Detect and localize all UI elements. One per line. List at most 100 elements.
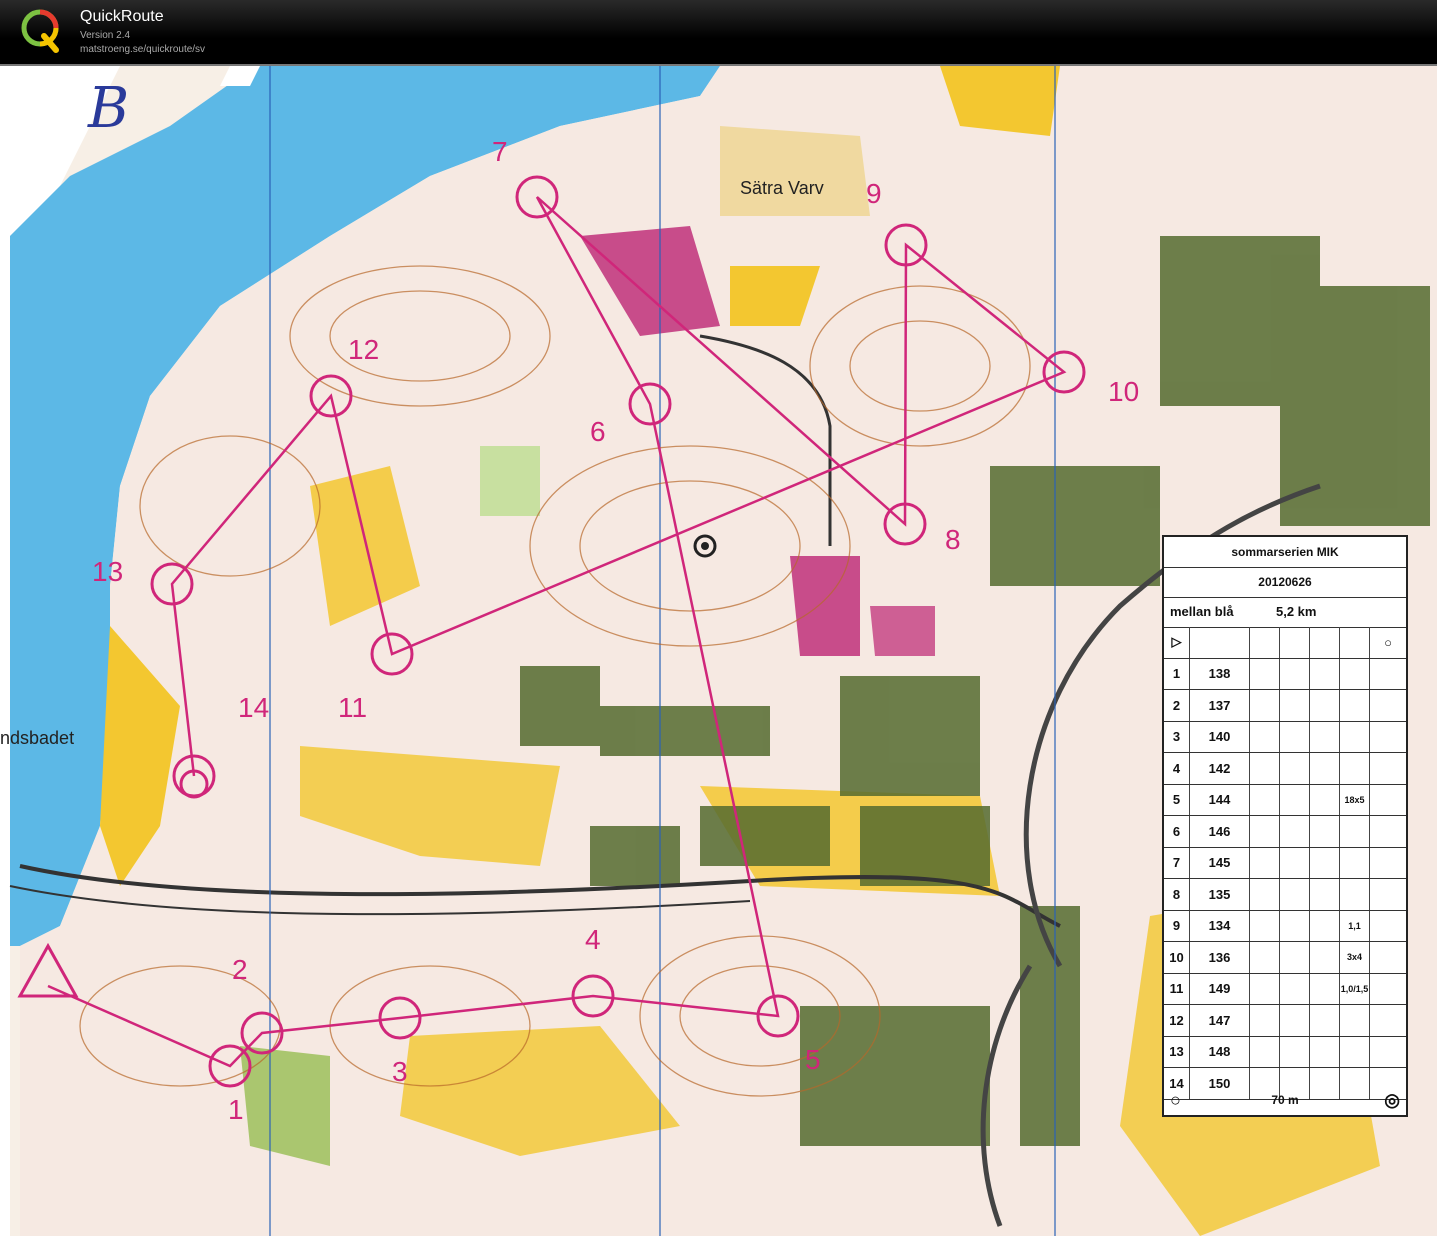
control-number-12: 12 <box>348 334 380 365</box>
cd-control-row: 12 147 <box>1164 1005 1406 1037</box>
cd-length: 5,2 km <box>1276 604 1317 619</box>
cd-control-number: 5 <box>1164 784 1190 815</box>
cd-dimension <box>1340 1036 1370 1067</box>
cd-control-row: 3 140 <box>1164 721 1406 753</box>
control-number-5: 5 <box>805 1044 821 1075</box>
app-version: Version 2.4 <box>80 30 131 41</box>
quickroute-logo-icon <box>21 9 59 53</box>
cd-feature-cell <box>1280 753 1310 784</box>
cd-feature-cell <box>1280 942 1310 973</box>
control-number-8: 8 <box>945 524 961 555</box>
cd-feature-cell <box>1310 784 1340 815</box>
cd-feature-cell <box>1280 879 1310 910</box>
cd-dimension: 18x5 <box>1340 784 1370 815</box>
cd-location-cell <box>1370 879 1406 910</box>
control-number-1: 1 <box>228 1094 244 1125</box>
control-number-10: 10 <box>1108 376 1140 407</box>
cd-control-code: 146 <box>1190 816 1250 847</box>
cd-control-row: 9 134 1,1 <box>1164 910 1406 942</box>
cd-control-row: 8 135 <box>1164 879 1406 911</box>
control-number-3: 3 <box>392 1056 408 1087</box>
cd-feature-cell <box>1310 690 1340 721</box>
cd-feature-cell <box>1280 658 1310 689</box>
cd-feature-cell <box>1310 753 1340 784</box>
cd-control-number: 11 <box>1164 973 1190 1004</box>
cd-location-cell <box>1370 816 1406 847</box>
cd-feature-cell <box>1250 1005 1280 1036</box>
cd-feature-cell <box>1310 1005 1340 1036</box>
cd-control-row: 11 149 1,0/1,5 <box>1164 973 1406 1005</box>
finish-circle-icon: ◎ <box>1384 1089 1400 1110</box>
cd-finish-row: ○ 70 m ◎ <box>1164 1085 1406 1115</box>
cd-feature-cell <box>1280 816 1310 847</box>
cd-control-code: 137 <box>1190 690 1250 721</box>
cd-location-cell <box>1370 785 1406 816</box>
orienteering-map[interactable]: B Sätra Varv ndsbadet 1 2 3 4 5 6 7 8 9 … <box>0 66 1437 1236</box>
app-url[interactable]: matstroeng.se/quickroute/sv <box>80 44 205 55</box>
cd-control-row: 5 144 18x5 <box>1164 784 1406 816</box>
cd-feature-cell <box>1280 910 1310 941</box>
cd-feature-cell <box>1280 1036 1310 1067</box>
app-name: QuickRoute <box>80 8 164 25</box>
cd-control-number: 12 <box>1164 1005 1190 1036</box>
cd-feature-cell <box>1280 721 1310 752</box>
cd-feature-cell <box>1250 721 1280 752</box>
cd-dimension <box>1340 753 1370 784</box>
cd-date: 20120626 <box>1164 567 1406 598</box>
cd-control-number: 2 <box>1164 690 1190 721</box>
cd-control-number: 13 <box>1164 1036 1190 1067</box>
cd-control-code: 148 <box>1190 1036 1250 1067</box>
cd-feature-cell <box>1250 658 1280 689</box>
cd-control-row: 13 148 <box>1164 1036 1406 1068</box>
cd-finish-distance: 70 m <box>1271 1093 1299 1107</box>
cd-location-cell <box>1370 659 1406 690</box>
control-number-11: 11 <box>338 692 368 723</box>
cd-symbol-icon: ○ <box>1384 634 1392 650</box>
cd-feature-cell <box>1250 973 1280 1004</box>
place-label-badet: ndsbadet <box>0 728 75 748</box>
cd-control-number: 8 <box>1164 879 1190 910</box>
control-number-4: 4 <box>585 924 601 955</box>
handwritten-mark: B <box>88 76 130 141</box>
cd-control-number: 3 <box>1164 721 1190 752</box>
control-number-9: 9 <box>866 178 882 209</box>
start-triangle-icon: ▷ <box>1164 627 1190 658</box>
cd-dimension <box>1340 658 1370 689</box>
finish-funnel-icon: ○ <box>1170 1089 1181 1110</box>
cd-dimension <box>1340 816 1370 847</box>
cd-location-cell <box>1370 753 1406 784</box>
cd-location-cell <box>1370 722 1406 753</box>
cd-location-cell <box>1370 942 1406 973</box>
cd-feature-cell <box>1310 816 1340 847</box>
cd-dimension <box>1340 1005 1370 1036</box>
cd-start-row: ▷ ○ <box>1164 627 1406 659</box>
cd-feature-cell <box>1310 879 1340 910</box>
cd-feature-cell <box>1250 784 1280 815</box>
cd-dimension <box>1340 721 1370 752</box>
control-number-13: 13 <box>92 556 124 587</box>
cd-feature-cell <box>1310 910 1340 941</box>
cd-feature-cell <box>1250 879 1280 910</box>
cd-feature-cell <box>1250 847 1280 878</box>
cd-feature-cell <box>1310 658 1340 689</box>
cd-control-number: 10 <box>1164 942 1190 973</box>
cd-feature-cell <box>1310 942 1340 973</box>
cd-feature-cell <box>1250 1036 1280 1067</box>
cd-feature-cell <box>1280 784 1310 815</box>
cd-control-number: 1 <box>1164 658 1190 689</box>
cd-control-number: 6 <box>1164 816 1190 847</box>
cd-feature-cell <box>1310 721 1340 752</box>
control-description-sheet: sommarserien MIK 20120626 mellan blå 5,2… <box>1162 535 1408 1117</box>
cd-feature-cell <box>1250 942 1280 973</box>
cd-control-code: 149 <box>1190 973 1250 1004</box>
title-bar: QuickRoute Version 2.4 matstroeng.se/qui… <box>0 0 1437 66</box>
cd-control-number: 9 <box>1164 910 1190 941</box>
cd-control-code: 136 <box>1190 942 1250 973</box>
cd-location-cell <box>1370 1005 1406 1036</box>
control-number-6: 6 <box>590 416 606 447</box>
cd-location-cell <box>1370 690 1406 721</box>
cd-feature-cell <box>1280 1005 1310 1036</box>
cd-control-code: 140 <box>1190 721 1250 752</box>
cd-feature-cell <box>1310 1036 1340 1067</box>
cd-location-cell <box>1370 848 1406 879</box>
